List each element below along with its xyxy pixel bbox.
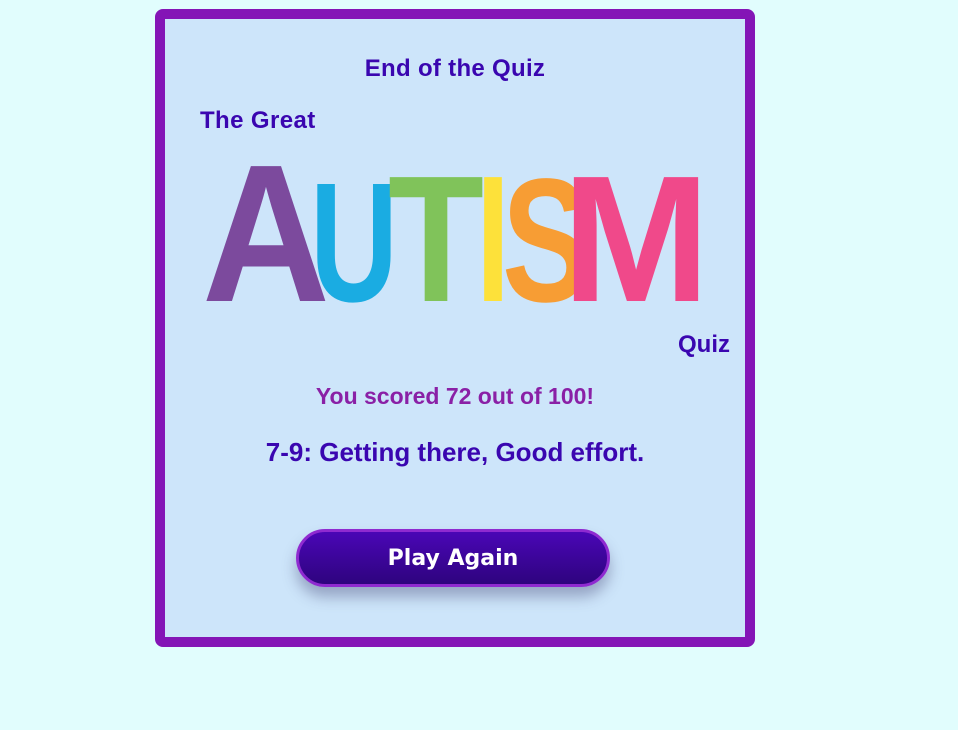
quiz-logo: The Great A U T I S M Quiz: [190, 107, 730, 363]
score-text: You scored 72 out of 100!: [315, 383, 595, 409]
logo-letter-u: U: [310, 148, 398, 337]
play-again-button[interactable]: Play Again: [296, 529, 610, 587]
logo-post-text: Quiz: [678, 331, 730, 358]
page-title: End of the Quiz: [364, 55, 546, 82]
logo-pre-text: The Great: [200, 107, 316, 134]
quiz-result-card: End of the Quiz The Great A U T I S M Qu…: [155, 9, 755, 647]
logo-letter-t: T: [388, 139, 484, 337]
logo-wordmark: A U T I S M: [202, 137, 710, 337]
logo-letter-m: M: [562, 139, 710, 337]
verdict-text: 7-9: Getting there, Good effort.: [265, 437, 645, 467]
